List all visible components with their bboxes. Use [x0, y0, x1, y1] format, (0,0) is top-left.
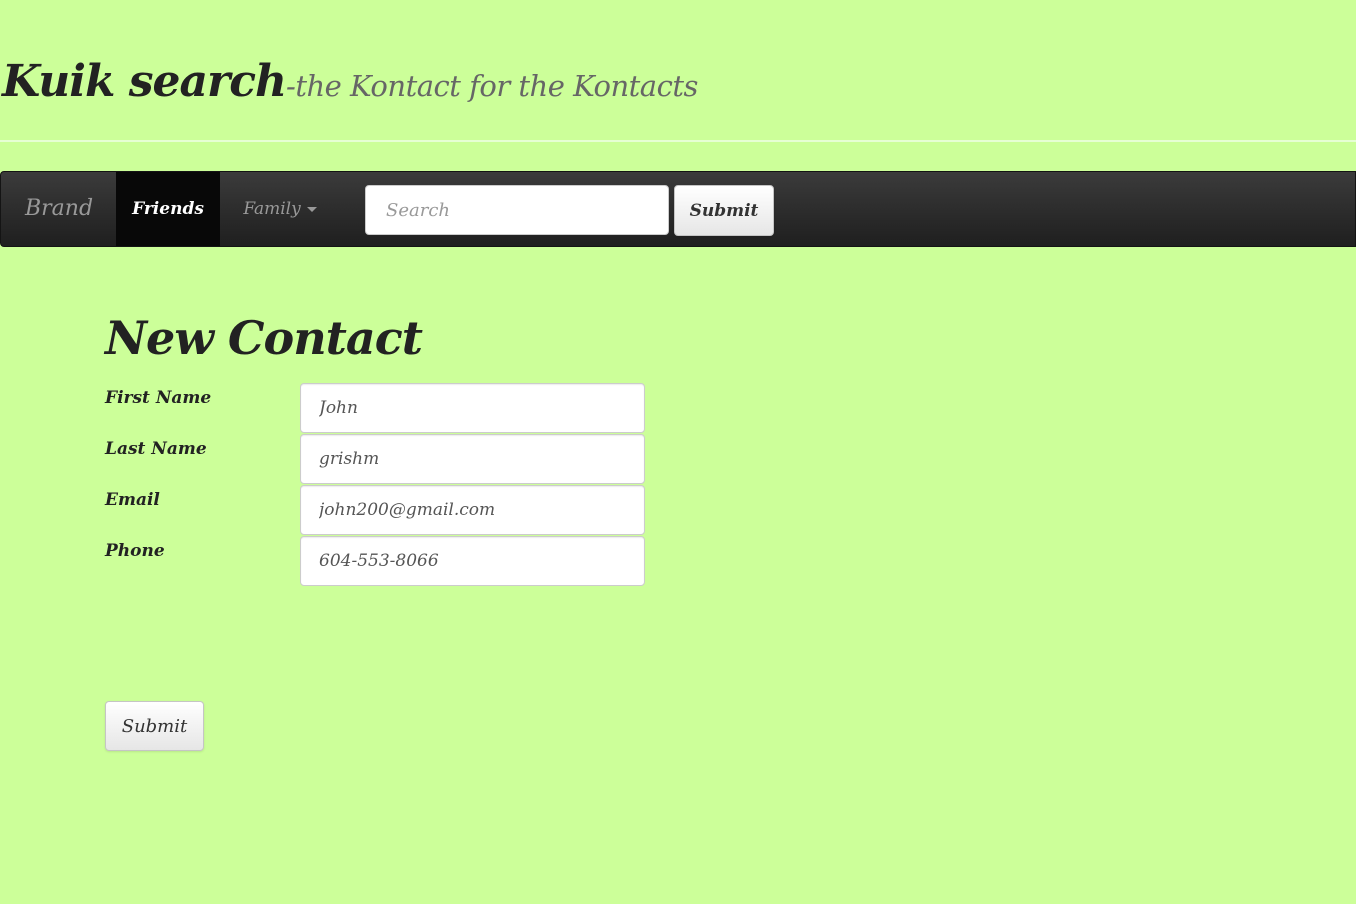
nav-item-family-label: Family	[243, 199, 301, 219]
form-submit-button[interactable]: Submit	[105, 701, 204, 751]
site-title-text: Kuik search	[2, 56, 287, 107]
last-name-input[interactable]	[300, 434, 645, 484]
navbar: Brand Friends Family Submit	[0, 171, 1356, 247]
form-heading: New Contact	[105, 311, 423, 365]
first-name-input[interactable]	[300, 383, 645, 433]
email-input[interactable]	[300, 485, 645, 535]
last-name-label: Last Name	[105, 439, 207, 459]
nav-item-family-dropdown[interactable]: Family	[220, 172, 340, 246]
nav-item-friends[interactable]: Friends	[116, 172, 220, 246]
site-tagline: -the Kontact for the Kontacts	[286, 69, 698, 103]
nav-item-friends-label: Friends	[132, 199, 204, 219]
page-header: Kuik search-the Kontact for the Kontacts	[0, 0, 1356, 142]
caret-down-icon	[306, 207, 317, 212]
page: Kuik search-the Kontact for the Kontacts…	[0, 0, 1356, 904]
navbar-search-input[interactable]	[365, 185, 669, 235]
phone-label: Phone	[105, 541, 165, 561]
site-title: Kuik search-the Kontact for the Kontacts	[2, 52, 698, 116]
first-name-label: First Name	[105, 388, 212, 408]
navbar-brand[interactable]: Brand	[25, 190, 93, 228]
phone-input[interactable]	[300, 536, 645, 586]
navbar-search-submit-button[interactable]: Submit	[674, 185, 774, 236]
email-label: Email	[105, 490, 160, 510]
